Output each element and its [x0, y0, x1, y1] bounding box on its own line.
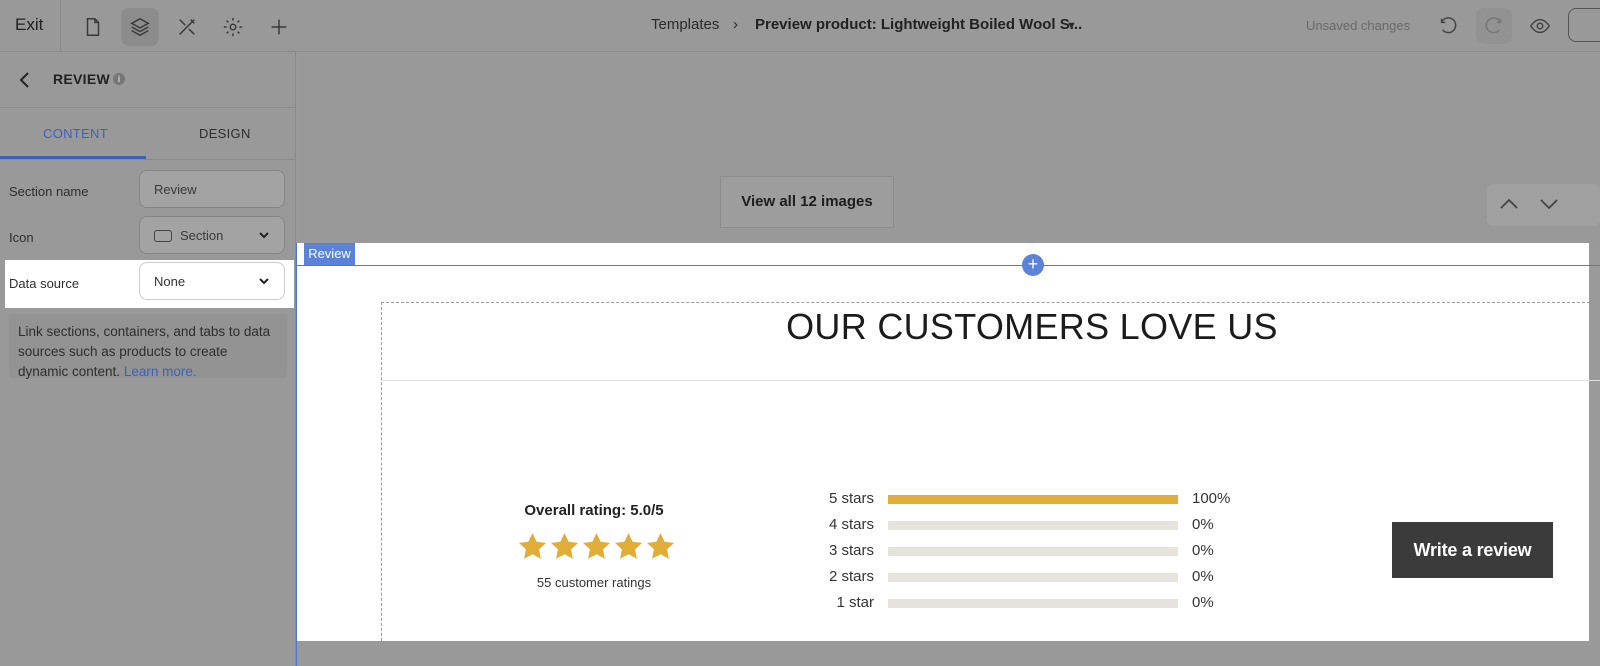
chevron-down-icon [258, 229, 270, 241]
icon-select[interactable]: Section [139, 216, 285, 254]
learn-more-link[interactable]: Learn more. [124, 364, 197, 379]
canvas-bottom-area [297, 641, 1600, 666]
panel-tabs: CONTENT DESIGN [0, 108, 296, 160]
data-source-select[interactable]: None [139, 262, 285, 300]
overall-rating: Overall rating: 5.0/5 [524, 502, 664, 519]
toolbar-divider [60, 0, 61, 52]
section-name-input[interactable]: Review [139, 170, 285, 208]
tab-design[interactable]: DESIGN [199, 126, 251, 141]
move-up-icon[interactable] [1499, 197, 1519, 211]
info-icon[interactable]: i [113, 73, 125, 85]
section-name-label: Section name [9, 184, 89, 199]
rating-bar-percent: 100% [1192, 490, 1231, 507]
desktop-icon[interactable] [1568, 8, 1600, 42]
move-down-icon[interactable] [1539, 197, 1559, 211]
rating-bar-percent: 0% [1192, 516, 1214, 533]
back-icon[interactable] [18, 70, 32, 90]
selection-border-top [297, 265, 1600, 266]
star-icon [518, 532, 547, 559]
heading-divider [382, 380, 1600, 381]
active-tab-indicator [0, 156, 146, 159]
rating-bar-track [888, 573, 1178, 582]
view-all-images-button[interactable]: View all 12 images [720, 176, 894, 228]
panel-header: REVIEW i [0, 52, 296, 108]
page-icon[interactable] [74, 8, 112, 46]
section-tag[interactable]: Review [304, 243, 355, 265]
rating-bar-label: 2 stars [828, 568, 874, 585]
star-icon [550, 532, 579, 559]
star-icon [614, 532, 643, 559]
rating-bar-percent: 0% [1192, 542, 1214, 559]
page-title[interactable]: Preview product: Lightweight Boiled Wool… [755, 16, 1082, 33]
rating-bar-track [888, 495, 1178, 504]
tab-content[interactable]: CONTENT [43, 126, 108, 141]
data-source-value: None [154, 274, 186, 289]
rating-bar-track [888, 547, 1178, 556]
gear-icon[interactable] [214, 8, 252, 46]
write-review-button[interactable]: Write a review [1392, 522, 1553, 578]
section-icon [154, 230, 172, 242]
selection-border-left [296, 243, 297, 666]
chevron-right-icon: › [733, 16, 738, 33]
undo-icon[interactable] [1430, 8, 1466, 44]
rating-bar-label: 4 stars [828, 516, 874, 533]
redo-icon[interactable] [1476, 8, 1512, 44]
rating-bar-row: 2 stars 0% [800, 568, 1240, 588]
eye-icon[interactable] [1522, 8, 1558, 44]
unsaved-status: Unsaved changes [1306, 18, 1411, 33]
rating-bar-row: 5 stars 100% [800, 490, 1240, 510]
canvas-dimmed-area [297, 52, 1600, 242]
icon-select-value: Section [180, 228, 224, 243]
rating-bar-percent: 0% [1192, 594, 1214, 611]
star-icon [646, 532, 675, 559]
star-icon [582, 532, 611, 559]
panel-title: REVIEW [53, 71, 111, 87]
chevron-down-icon [258, 275, 270, 287]
rating-bar-track [888, 521, 1178, 530]
caret-down-icon[interactable]: ▼ [1066, 20, 1077, 32]
rating-bar-label: 5 stars [828, 490, 874, 507]
rating-bar-percent: 0% [1192, 568, 1214, 585]
add-section-button[interactable]: + [1022, 254, 1044, 276]
properties-panel: REVIEW i CONTENT DESIGN Section name Rev… [0, 52, 296, 666]
rating-bar-label: 3 stars [828, 542, 874, 559]
star-rating [517, 531, 677, 565]
rating-bar-row: 1 star 0% [800, 594, 1240, 614]
exit-button[interactable]: Exit [15, 15, 43, 35]
rating-bar-row: 3 stars 0% [800, 542, 1240, 562]
layers-icon[interactable] [121, 8, 159, 46]
data-source-label: Data source [9, 276, 80, 291]
plus-icon[interactable] [260, 8, 298, 46]
rating-bar-track [888, 599, 1178, 608]
rating-bar-label: 1 star [836, 594, 874, 611]
icon-label: Icon [9, 230, 34, 245]
rating-bar-row: 4 stars 0% [800, 516, 1240, 536]
breadcrumb-templates[interactable]: Templates [651, 16, 719, 33]
rating-bar-fill [888, 495, 1178, 504]
top-toolbar: Exit Templates › Preview product: Lightw… [0, 0, 1600, 52]
section-heading: OUR CUSTOMERS LOVE US [786, 306, 1278, 347]
help-box: Link sections, containers, and tabs to d… [9, 314, 287, 379]
tools-icon[interactable] [168, 8, 206, 46]
section-move-controls [1487, 184, 1600, 226]
ratings-count: 55 customer ratings [536, 575, 652, 590]
section-name-value: Review [154, 182, 197, 197]
